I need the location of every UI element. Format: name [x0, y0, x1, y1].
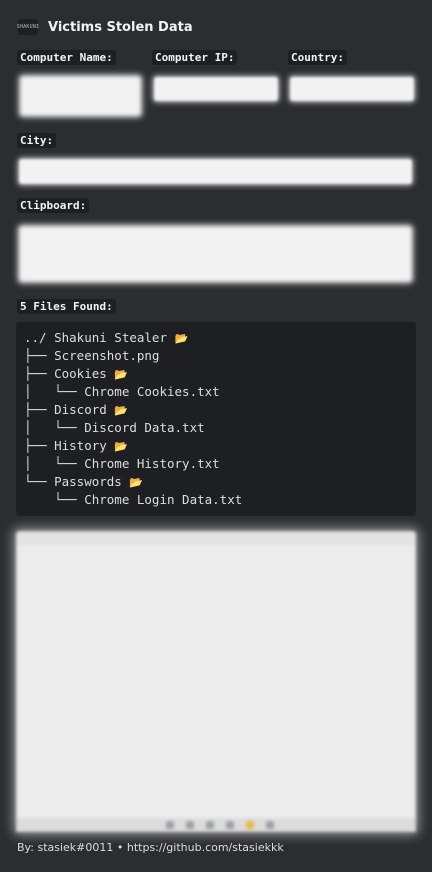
taskbar-icon [186, 821, 194, 829]
country-label: Country: [288, 50, 347, 65]
taskbar-icon [226, 821, 234, 829]
tree-item-chrome-history: │ └── Chrome History.txt [24, 456, 220, 471]
embed-footer: By: stasiek#0011 • https://github.com/st… [17, 841, 284, 854]
clipboard-label: Clipboard: [17, 198, 90, 213]
tree-item-screenshot: ├── Screenshot.png [24, 348, 160, 363]
folder-icon: 📂 [114, 368, 129, 381]
clipboard-value-redacted [19, 226, 412, 282]
file-tree-codeblock: ../ Shakuni Stealer 📂 ├── Screenshot.png… [16, 322, 416, 516]
screenshot-titlebar [16, 531, 416, 545]
tree-folder-passwords: └── Passwords 📂 [24, 474, 144, 489]
embed: SHAKUNI Victims Stolen Data Computer Nam… [0, 0, 432, 872]
author-avatar: SHAKUNI [17, 19, 39, 35]
taskbar-icon [266, 821, 274, 829]
tree-root: ../ Shakuni Stealer 📂 [24, 330, 189, 345]
files-found-label: 5 Files Found: [17, 299, 116, 314]
computer-name-value-redacted [20, 76, 141, 116]
author-name: Victims Stolen Data [48, 19, 193, 35]
country-value-redacted [290, 77, 414, 101]
taskbar-icon [246, 821, 254, 829]
tree-item-chrome-cookies: │ └── Chrome Cookies.txt [24, 384, 220, 399]
tree-folder-discord: ├── Discord 📂 [24, 402, 129, 417]
screenshot-image-redacted[interactable] [16, 531, 416, 832]
city-label: City: [17, 133, 57, 148]
embed-author: SHAKUNI Victims Stolen Data [17, 19, 193, 35]
tree-item-discord-data: │ └── Discord Data.txt [24, 420, 205, 435]
tree-folder-history: ├── History 📂 [24, 438, 129, 453]
folder-icon: 📂 [114, 440, 129, 453]
taskbar-icon [166, 821, 174, 829]
screenshot-taskbar [16, 818, 416, 832]
folder-icon: 📂 [129, 476, 144, 489]
tree-item-chrome-login-data: └── Chrome Login Data.txt [24, 492, 243, 507]
computer-ip-value-redacted [154, 77, 278, 101]
tree-folder-cookies: ├── Cookies 📂 [24, 366, 129, 381]
city-value-redacted [19, 159, 412, 184]
taskbar-icon [206, 821, 214, 829]
folder-icon: 📂 [114, 404, 129, 417]
folder-icon: 📂 [174, 332, 189, 345]
computer-ip-label: Computer IP: [152, 50, 238, 65]
computer-name-label: Computer Name: [17, 50, 116, 65]
